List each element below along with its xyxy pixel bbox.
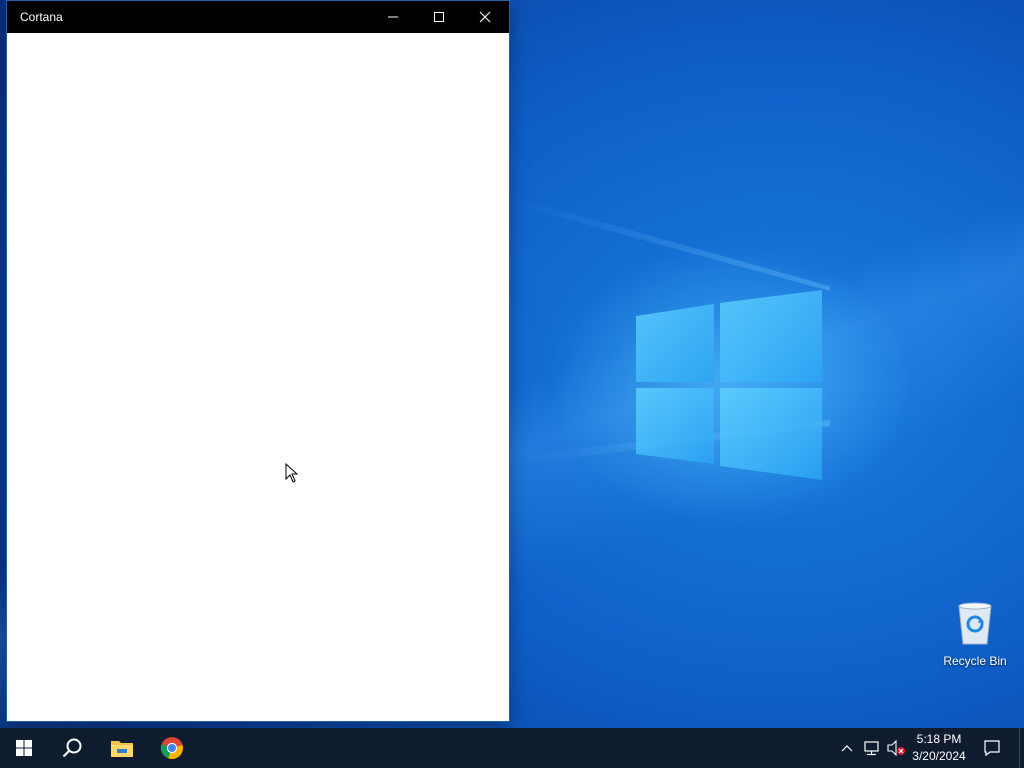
windows-start-icon (16, 740, 32, 756)
folder-icon (111, 741, 133, 757)
window-title: Cortana (20, 10, 63, 24)
network-icon (864, 741, 879, 756)
clock-time: 5:18 PM (916, 732, 962, 746)
maximize-button[interactable] (416, 1, 462, 33)
taskbar: 5:18 PM 3/20/2024 (0, 728, 1024, 768)
clock-date: 3/20/2024 (912, 749, 966, 763)
chevron-up-icon (841, 745, 853, 752)
maximize-icon (434, 12, 444, 22)
recycle-bin-shortcut[interactable]: Recycle Bin (940, 600, 1010, 672)
windows-logo-wallpaper (636, 290, 822, 480)
cortana-content-area[interactable] (7, 33, 509, 721)
window-titlebar[interactable]: Cortana (7, 1, 509, 33)
show-desktop-button[interactable] (1019, 728, 1024, 768)
file-explorer-button[interactable] (98, 728, 146, 768)
volume-button[interactable] (884, 728, 908, 768)
action-center-button[interactable] (970, 728, 1014, 768)
notification-icon (984, 740, 1000, 757)
volume-muted-icon (887, 740, 905, 756)
cortana-window[interactable]: Cortana (7, 1, 509, 721)
taskbar-clock[interactable]: 5:18 PM 3/20/2024 (906, 731, 972, 765)
show-hidden-icons-button[interactable] (835, 728, 859, 768)
search-button[interactable] (48, 728, 96, 768)
minimize-icon (388, 16, 398, 18)
close-icon (479, 11, 491, 23)
close-button[interactable] (462, 1, 508, 33)
search-icon (62, 738, 82, 758)
minimize-button[interactable] (370, 1, 416, 33)
network-button[interactable] (860, 728, 884, 768)
start-button[interactable] (0, 728, 48, 768)
chrome-button[interactable] (148, 728, 196, 768)
recycle-bin-icon (958, 602, 992, 645)
mouse-cursor-icon (285, 463, 298, 483)
light-beam (510, 196, 830, 291)
chrome-icon (160, 737, 183, 760)
recycle-bin-label: Recycle Bin (943, 654, 1007, 668)
